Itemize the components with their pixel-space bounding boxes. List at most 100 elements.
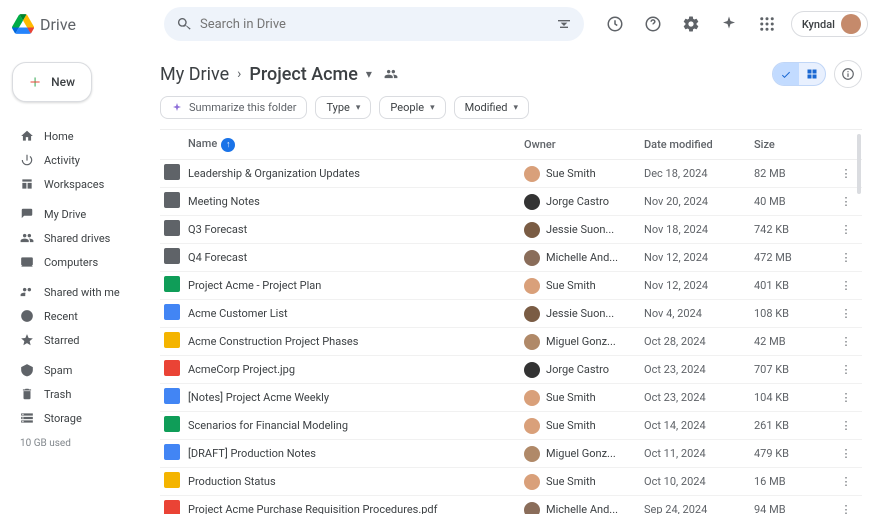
- file-name: Acme Customer List: [188, 307, 524, 320]
- sidebar-item-label: Workspaces: [44, 178, 104, 191]
- table-row[interactable]: Leadership & Organization UpdatesSue Smi…: [160, 160, 862, 188]
- sidebar-item-activity[interactable]: Activity: [8, 148, 142, 172]
- table-row[interactable]: Meeting NotesJorge CastroNov 20, 202440 …: [160, 188, 862, 216]
- more-icon[interactable]: ⋮: [834, 503, 858, 514]
- col-owner[interactable]: Owner: [524, 138, 644, 151]
- table-row[interactable]: Project Acme Purchase Requisition Proced…: [160, 496, 862, 514]
- more-icon[interactable]: ⋮: [834, 223, 858, 236]
- avatar: [524, 222, 540, 238]
- more-icon[interactable]: ⋮: [834, 447, 858, 460]
- home-icon: [20, 129, 34, 143]
- sidebar-item-starred[interactable]: Starred: [8, 328, 142, 352]
- sidebar-item-label: Starred: [44, 334, 80, 347]
- type-chip[interactable]: Type▾: [315, 96, 371, 119]
- more-icon[interactable]: ⋮: [834, 307, 858, 320]
- chevron-down-icon[interactable]: ▾: [366, 67, 372, 81]
- table-row[interactable]: [DRAFT] Production NotesMiguel Gonz...Oc…: [160, 440, 862, 468]
- sidebar-item-shared[interactable]: Shared with me: [8, 280, 142, 304]
- table-row[interactable]: [Notes] Project Acme WeeklySue SmithOct …: [160, 384, 862, 412]
- sidebar-item-spam[interactable]: Spam: [8, 358, 142, 382]
- sidebar-item-home[interactable]: Home: [8, 124, 142, 148]
- more-icon[interactable]: ⋮: [834, 251, 858, 264]
- activity-icon: [20, 153, 34, 167]
- folder-icon: [164, 220, 180, 236]
- col-name[interactable]: Name↑: [188, 137, 524, 152]
- more-icon[interactable]: ⋮: [834, 335, 858, 348]
- col-modified[interactable]: Date modified: [644, 138, 754, 151]
- more-icon[interactable]: ⋮: [834, 419, 858, 432]
- sidebar-item-label: Shared with me: [44, 286, 120, 299]
- table-row[interactable]: AcmeCorp Project.jpgJorge CastroOct 23, …: [160, 356, 862, 384]
- avatar: [524, 418, 540, 434]
- sidebar-item-workspaces[interactable]: Workspaces: [8, 172, 142, 196]
- people-chip[interactable]: People▾: [379, 96, 445, 119]
- more-icon[interactable]: ⋮: [834, 195, 858, 208]
- sidebar-item-computers[interactable]: Computers: [8, 250, 142, 274]
- more-icon[interactable]: ⋮: [834, 391, 858, 404]
- support-icon[interactable]: [639, 10, 667, 38]
- sidebar-item-label: Home: [44, 130, 74, 143]
- breadcrumb-root[interactable]: My Drive: [160, 64, 229, 85]
- search-bar[interactable]: [164, 7, 584, 41]
- modified-chip[interactable]: Modified▾: [454, 96, 529, 119]
- summarize-chip[interactable]: Summarize this folder: [160, 96, 307, 119]
- sidebar-item-label: Spam: [44, 364, 72, 377]
- folder-icon: [164, 164, 180, 180]
- storage-icon: [20, 411, 34, 425]
- date-cell: Oct 23, 2024: [644, 391, 754, 404]
- view-toggle[interactable]: [772, 62, 826, 86]
- more-icon[interactable]: ⋮: [834, 363, 858, 376]
- more-icon[interactable]: ⋮: [834, 167, 858, 180]
- table-row[interactable]: Project Acme - Project PlanSue SmithNov …: [160, 272, 862, 300]
- search-input[interactable]: [200, 17, 548, 32]
- new-button[interactable]: New: [12, 62, 92, 102]
- size-cell: 401 KB: [754, 279, 834, 292]
- more-icon[interactable]: ⋮: [834, 475, 858, 488]
- sidebar-item-shareddrives[interactable]: Shared drives: [8, 226, 142, 250]
- owner-cell: Jorge Castro: [524, 194, 644, 210]
- date-cell: Nov 12, 2024: [644, 251, 754, 264]
- avatar: [524, 474, 540, 490]
- new-label: New: [51, 75, 75, 89]
- sidebar-item-label: Computers: [44, 256, 98, 269]
- table-row[interactable]: Q4 ForecastMichelle And...Nov 12, 202447…: [160, 244, 862, 272]
- sidebar-item-storage[interactable]: Storage: [8, 406, 142, 430]
- account-switcher[interactable]: Kyndal: [791, 11, 868, 37]
- table-row[interactable]: Acme Construction Project PhasesMiguel G…: [160, 328, 862, 356]
- table-row[interactable]: Scenarios for Financial ModelingSue Smit…: [160, 412, 862, 440]
- table-row[interactable]: Q3 ForecastJessie Suon...Nov 18, 2024742…: [160, 216, 862, 244]
- date-cell: Oct 14, 2024: [644, 419, 754, 432]
- details-icon[interactable]: [834, 60, 862, 88]
- breadcrumb-folder[interactable]: Project Acme: [249, 64, 358, 85]
- col-size[interactable]: Size: [754, 138, 834, 151]
- sidebar-item-label: Activity: [44, 154, 80, 167]
- list-view-icon[interactable]: [773, 63, 799, 85]
- sidebar-item-recent[interactable]: Recent: [8, 304, 142, 328]
- settings-icon[interactable]: [677, 10, 705, 38]
- size-cell: 479 KB: [754, 447, 834, 460]
- apps-icon[interactable]: [753, 10, 781, 38]
- owner-cell: Sue Smith: [524, 418, 644, 434]
- grid-view-icon[interactable]: [799, 63, 825, 85]
- table-row[interactable]: Production StatusSue SmithOct 10, 202416…: [160, 468, 862, 496]
- more-icon[interactable]: ⋮: [834, 279, 858, 292]
- sidebar-item-label: Trash: [44, 388, 71, 401]
- date-cell: Nov 4, 2024: [644, 307, 754, 320]
- sidebar-item-mydrive[interactable]: My Drive: [8, 202, 142, 226]
- chevron-down-icon: ▾: [514, 103, 519, 113]
- gemini-icon[interactable]: [715, 10, 743, 38]
- shared-folder-icon[interactable]: [380, 63, 402, 85]
- trash-icon: [20, 387, 34, 401]
- search-options-icon[interactable]: [556, 16, 572, 32]
- avatar: [524, 362, 540, 378]
- brand[interactable]: Drive: [12, 13, 152, 35]
- scrollbar[interactable]: [856, 130, 862, 514]
- table-row[interactable]: Acme Customer ListJessie Suon...Nov 4, 2…: [160, 300, 862, 328]
- date-cell: Nov 18, 2024: [644, 223, 754, 236]
- file-name: Scenarios for Financial Modeling: [188, 419, 524, 432]
- mydrive-icon: [20, 207, 34, 221]
- slide-icon: [164, 472, 180, 488]
- size-cell: 82 MB: [754, 167, 834, 180]
- status-icon[interactable]: [601, 10, 629, 38]
- sidebar-item-trash[interactable]: Trash: [8, 382, 142, 406]
